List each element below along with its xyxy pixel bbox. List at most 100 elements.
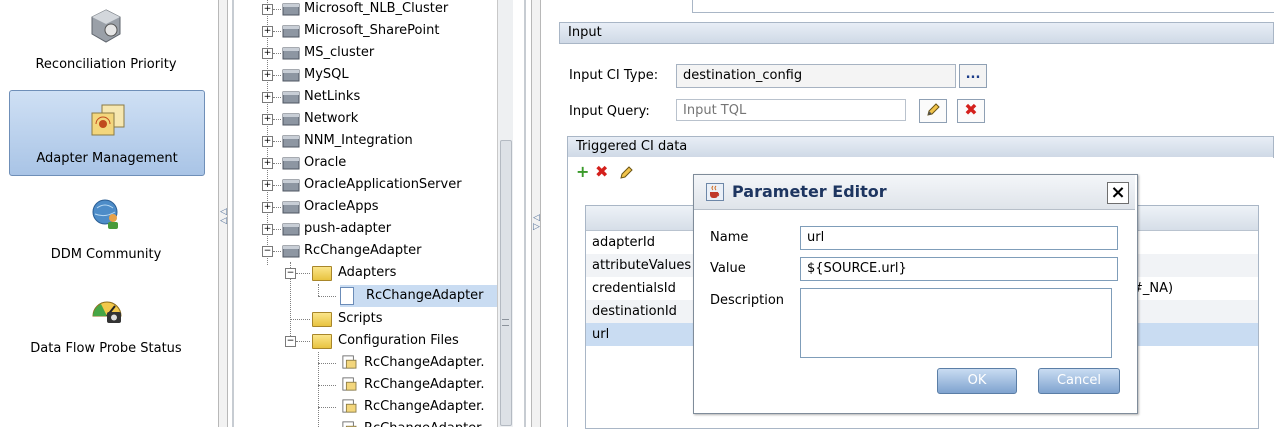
nav-ddm-community[interactable]: DDM Community [9, 192, 203, 272]
row-key: credentialsId [592, 281, 676, 296]
nav-data-flow-probe-status[interactable]: Data Flow Probe Status [9, 286, 203, 366]
nav-label: Adapter Management [36, 151, 178, 166]
package-icon [282, 135, 300, 148]
tree-item-expanded[interactable]: − Configuration Files [246, 330, 506, 352]
adapter-tree: + Microsoft_NLB_Cluster + Microsoft_Shar… [246, 0, 512, 427]
divider [524, 0, 526, 427]
tree-item-label: Scripts [338, 311, 383, 326]
tree-item[interactable]: + Network [246, 108, 506, 130]
tree-item[interactable]: RcChangeAdapter. [246, 374, 506, 396]
button-label: OK [967, 373, 987, 388]
tree-item[interactable]: + MS_cluster [246, 42, 506, 64]
cancel-button[interactable]: Cancel [1038, 368, 1120, 394]
package-icon [282, 47, 300, 60]
parameter-editor-dialog: Parameter Editor × Name url Value ${SOUR… [693, 174, 1138, 414]
package-icon [282, 201, 300, 214]
splitter[interactable]: ◁ ▷ [531, 0, 541, 427]
value-label: Value [710, 261, 746, 276]
nav-reconciliation-priority[interactable]: Reconciliation Priority [9, 0, 203, 86]
tree-item-label: Microsoft_NLB_Cluster [304, 1, 449, 16]
dialog-title: Parameter Editor [732, 182, 887, 201]
input-query-field[interactable] [676, 99, 906, 121]
input-section-header: Input [559, 22, 1274, 44]
nav-label: Data Flow Probe Status [30, 341, 182, 356]
tree-item[interactable]: + NNM_Integration [246, 130, 506, 152]
document-icon [340, 287, 354, 305]
delete-x-icon[interactable]: ✖ [595, 162, 608, 181]
tree-item-label: push-adapter [304, 221, 392, 236]
clear-query-button[interactable]: ✖ [957, 99, 985, 123]
input-query-label: Input Query: [569, 104, 650, 119]
section-title: Input [568, 25, 602, 40]
tree-item-label: Oracle [304, 155, 347, 170]
tree-item-label: RcChangeAdapter. [364, 399, 485, 414]
nav-adapter-management[interactable]: Adapter Management [9, 90, 205, 176]
tree-item-label: RcChangeAdapter [304, 243, 422, 258]
tree-item-label: Adapters [338, 265, 397, 280]
package-icon [282, 3, 300, 16]
tree-item-label: RcChangeAdapter [364, 418, 482, 427]
tree-item-label: OracleApplicationServer [304, 177, 462, 192]
tree-item[interactable]: RcChangeAdapter. [246, 352, 506, 374]
tree-item[interactable]: + Microsoft_SharePoint [246, 20, 506, 42]
tree-item[interactable]: + Microsoft_NLB_Cluster [246, 0, 506, 20]
java-cup-icon [706, 183, 724, 201]
row-key: destinationId [592, 304, 677, 319]
gauge-camera-icon [92, 301, 122, 323]
tree-item-label: RcChangeAdapter [366, 288, 484, 303]
folder-icon [312, 312, 332, 327]
tree-item-label: RcChangeAdapter. [364, 355, 485, 370]
edit-query-button[interactable] [919, 99, 947, 123]
package-icon [282, 179, 300, 192]
community-globe-icon [92, 199, 118, 229]
tree-item[interactable]: + MySQL [246, 64, 506, 86]
splitter[interactable]: ◁ ◁ [218, 0, 228, 427]
description-textarea[interactable] [800, 288, 1112, 358]
package-icon [282, 223, 300, 236]
name-input[interactable]: url [800, 226, 1118, 250]
tree-item-expanded[interactable]: − RcChangeAdapter [246, 240, 506, 262]
tree-item-label: NetLinks [304, 89, 361, 104]
tree-item[interactable]: + OracleApplicationServer [246, 174, 506, 196]
row-key: attributeValues [592, 258, 692, 273]
button-label: Cancel [1056, 373, 1102, 388]
nav-label: DDM Community [50, 247, 162, 262]
config-file-icon [342, 399, 357, 413]
close-button[interactable]: × [1107, 182, 1129, 204]
adapter-icon [91, 104, 125, 136]
value-input[interactable]: ${SOURCE.url} [800, 257, 1118, 281]
tree-item[interactable]: + OracleApps [246, 196, 506, 218]
collapse-left-icon[interactable]: ◁ ◁ [220, 208, 227, 226]
pencil-icon[interactable] [618, 165, 634, 181]
ellipsis-icon: ... [965, 67, 981, 82]
ok-button[interactable]: OK [937, 368, 1017, 394]
name-label: Name [710, 230, 749, 245]
gear-wrench-icon [91, 9, 121, 43]
tree-item[interactable]: + NetLinks [246, 86, 506, 108]
tree-item-selected[interactable]: RcChangeAdapter [340, 285, 500, 307]
tree-item[interactable]: RcChangeAdapter. [246, 396, 506, 418]
config-file-icon [342, 355, 357, 369]
collapse-right-icon[interactable]: ◁ ▷ [533, 214, 540, 232]
tree-item[interactable]: RcChangeAdapter [246, 418, 506, 427]
field-value: destination_config [683, 68, 803, 83]
tree-scrollbar-thumb[interactable] [500, 140, 512, 426]
tree-item-label: NNM_Integration [304, 133, 413, 148]
browse-ci-type-button[interactable]: ... [959, 64, 987, 88]
tree-item-label: Network [304, 111, 359, 126]
add-icon[interactable]: + [576, 162, 589, 181]
package-icon [282, 69, 300, 82]
package-icon [282, 25, 300, 38]
input-ci-type-field[interactable]: destination_config [676, 64, 956, 88]
config-file-icon [342, 377, 357, 391]
tree-item-expanded[interactable]: − Adapters [246, 262, 506, 284]
delete-x-icon: ✖ [964, 100, 978, 119]
description-label: Description [710, 293, 785, 308]
top-panel-edge [692, 0, 1274, 13]
tree-item[interactable]: Scripts [246, 308, 506, 330]
dialog-title-bar[interactable]: Parameter Editor × [694, 175, 1135, 210]
tree-item[interactable]: + push-adapter [246, 218, 506, 240]
tree-item[interactable]: + Oracle [246, 152, 506, 174]
folder-icon [312, 334, 332, 349]
section-title: Triggered CI data [576, 139, 688, 154]
